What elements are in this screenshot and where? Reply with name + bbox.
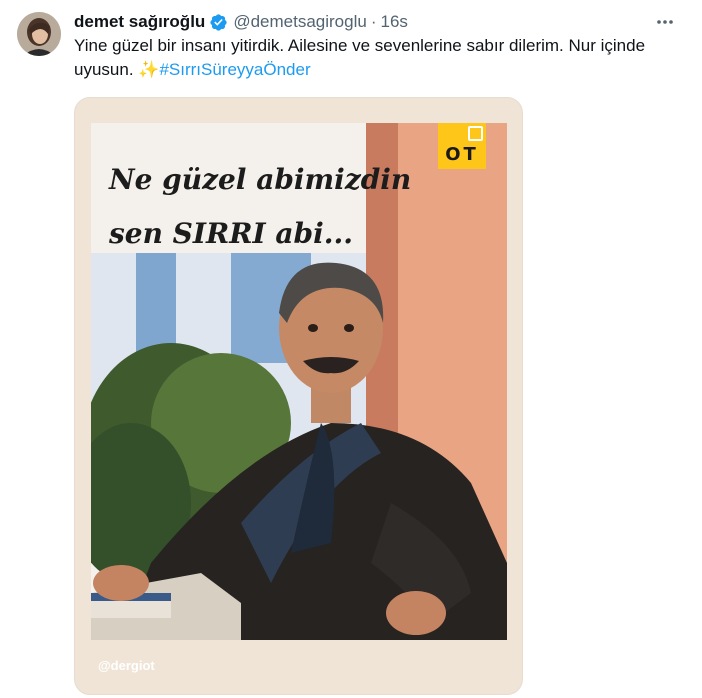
caption-line-1: Ne güzel abimizdin [109,163,412,196]
media-card[interactable]: Ne güzel abimizdin sen SIRRI abi... OT @… [74,97,523,695]
author-handle[interactable]: @demetsagiroglu [233,12,367,32]
separator-dot: · [370,12,377,31]
tweet-header: demet sağıroğlu @demetsagiroglu · 16s [74,11,408,33]
ot-logo: OT [438,123,486,169]
media-caption: Ne güzel abimizdin sen SIRRI abi... [109,153,411,261]
caption-line-2: sen SIRRI abi... [109,217,353,250]
media-watermark: @dergiot [98,658,155,673]
author-name[interactable]: demet sağıroğlu [74,12,205,32]
more-options-icon [657,20,673,24]
tweet-text: Yine güzel bir insanı yitirdik. Ailesine… [74,34,684,82]
media-photo[interactable]: Ne güzel abimizdin sen SIRRI abi... OT [91,123,507,640]
hashtag-link[interactable]: #SırrıSüreyyaÖnder [159,60,310,79]
avatar-image [17,12,61,56]
avatar[interactable] [17,12,61,56]
verified-badge-icon [210,13,227,31]
sparkle-emoji: ✨ [138,60,160,79]
ot-corner-icon [468,126,483,141]
timestamp[interactable]: 16s [380,12,407,32]
ot-logo-text: OT [445,144,479,165]
more-options-button[interactable] [654,11,676,33]
